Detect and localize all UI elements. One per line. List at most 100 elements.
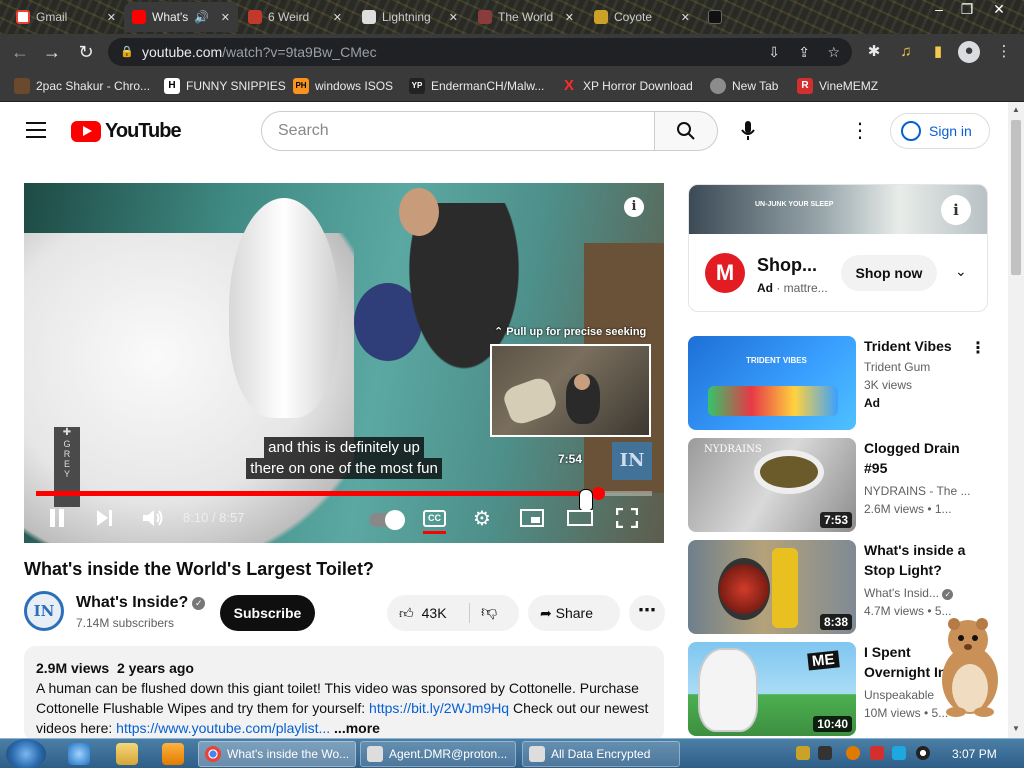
share-button[interactable]: ➦ Share	[528, 595, 620, 631]
theater-mode-button[interactable]	[567, 508, 593, 530]
settings-more-icon[interactable]: ⋮	[848, 114, 872, 148]
profile-avatar-icon[interactable]: ●	[958, 41, 980, 63]
tab-weird[interactable]: 6 Weird ✕	[240, 2, 350, 32]
channel-avatar[interactable]: IN	[24, 591, 64, 631]
autoplay-toggle[interactable]	[369, 510, 405, 530]
page-scrollbar[interactable]: ▲ ▼	[1008, 102, 1024, 738]
subtitles-button[interactable]: CC	[423, 510, 446, 527]
ad-title[interactable]: Shop...	[757, 255, 817, 276]
pause-button[interactable]	[48, 508, 66, 530]
recommendation-channel[interactable]: What's Insid... ✓	[864, 586, 974, 600]
subscribe-button[interactable]: Subscribe	[220, 595, 315, 631]
next-button[interactable]	[94, 508, 114, 530]
speaker-icon[interactable]: 🔊	[194, 10, 209, 24]
minimize-icon[interactable]: –	[924, 0, 954, 20]
tray-volume-icon[interactable]	[916, 746, 930, 760]
info-icon[interactable]: i	[624, 197, 644, 217]
more-options-icon[interactable]: ⋮	[970, 338, 986, 358]
ad-info-icon[interactable]: i	[941, 195, 971, 225]
media-player-icon[interactable]	[162, 743, 184, 765]
tray-app-icon[interactable]	[818, 746, 832, 760]
close-icon[interactable]: ✕	[449, 11, 458, 24]
description-link-1[interactable]: https://bit.ly/2WJm9Hq	[369, 700, 509, 716]
tray-flag-icon[interactable]	[870, 746, 884, 760]
ad-brand-logo[interactable]: M	[705, 253, 745, 293]
tab-the-world[interactable]: The World ✕	[470, 2, 582, 32]
settings-gear-icon[interactable]: ⚙	[473, 508, 491, 530]
more-actions-button[interactable]: ⋯	[629, 595, 665, 631]
tab-youtube-active[interactable]: What's inside the World's Largest Toilet…	[124, 2, 238, 32]
start-button[interactable]	[6, 739, 46, 768]
shop-now-button[interactable]: Shop now	[841, 255, 937, 291]
tab-coyote[interactable]: Coyote ✕	[586, 2, 698, 32]
video-player[interactable]: ✚ GREY i ⌃ Pull up for precise seeking 7:…	[24, 183, 664, 543]
video-thumbnail[interactable]: ME 10:40	[688, 642, 856, 736]
progress-bar[interactable]	[36, 487, 652, 500]
volume-button[interactable]	[141, 508, 165, 530]
sign-in-button[interactable]: Sign in	[890, 113, 990, 149]
tray-app-icon[interactable]	[796, 746, 810, 760]
video-thumbnail[interactable]: NYDRAINS 7:53	[688, 438, 856, 532]
browser-menu-icon[interactable]: ⋮	[994, 42, 1014, 62]
like-button[interactable]: 👍︎ 43K	[399, 595, 447, 631]
taskbar-item-email[interactable]: Agent.DMR@proton...	[360, 741, 516, 767]
miniplayer-button[interactable]	[520, 508, 544, 530]
reload-icon[interactable]: ↻	[74, 40, 98, 64]
sidebar-ad-card[interactable]: UN-JUNK YOUR SLEEP i M Shop... Ad · matt…	[688, 184, 988, 312]
recommendation-item[interactable]: TRIDENT VIBES Trident Vibes Trident Gum …	[688, 336, 988, 430]
close-icon[interactable]: ✕	[221, 11, 230, 24]
recommendation-item[interactable]: NYDRAINS 7:53 Clogged Drain #95 NYDRAINS…	[688, 438, 988, 532]
tray-network-icon[interactable]	[892, 746, 906, 760]
description-link-2[interactable]: https://www.youtube.com/playlist...	[116, 720, 330, 736]
recommendation-channel[interactable]: NYDRAINS - The ...	[864, 484, 974, 498]
recommendation-title[interactable]: Trident Vibes	[864, 336, 966, 356]
channel-name[interactable]: What's Inside? ✓	[76, 594, 206, 612]
voice-search-button[interactable]	[730, 113, 766, 149]
bookmark-star-icon[interactable]: ☆	[827, 38, 840, 66]
recommendation-title[interactable]: Clogged Drain #95	[864, 438, 966, 478]
dislike-button[interactable]: 👎︎	[481, 595, 497, 631]
recommendation-title[interactable]: What's inside a Stop Light?	[864, 540, 966, 580]
taskbar-item-chrome[interactable]: What's inside the Wo...	[198, 741, 356, 767]
taskbar-clock[interactable]: 3:07 PM	[952, 739, 997, 768]
chevron-down-icon[interactable]: ⌄	[955, 263, 967, 280]
taskbar-item-encrypted[interactable]: All Data Encrypted	[522, 741, 680, 767]
bookmark-new-tab[interactable]: New Tab	[710, 76, 778, 96]
scrollbar-thumb[interactable]	[1011, 120, 1021, 275]
back-icon[interactable]: ←	[8, 40, 32, 64]
internet-explorer-icon[interactable]	[68, 743, 90, 765]
bookmark-endermanch[interactable]: YP EndermanCH/Malw...	[409, 76, 544, 96]
tray-app-icon[interactable]	[846, 746, 860, 760]
search-button[interactable]	[654, 111, 718, 151]
hamburger-menu-icon[interactable]	[26, 122, 46, 138]
install-icon[interactable]: ⇩	[768, 38, 780, 66]
extensions-icon[interactable]: ✱	[864, 42, 884, 62]
tab-lightning[interactable]: Lightning ✕	[354, 2, 466, 32]
close-icon[interactable]: ✕	[333, 11, 342, 24]
hamster-desktop-pet[interactable]	[932, 614, 1004, 718]
forward-icon[interactable]: →	[40, 40, 64, 64]
video-thumbnail[interactable]: TRIDENT VIBES	[688, 336, 856, 430]
restore-icon[interactable]: ❐	[952, 0, 982, 20]
tab-media[interactable]	[700, 2, 730, 32]
scroll-down-icon[interactable]: ▼	[1012, 724, 1020, 733]
close-icon[interactable]: ✕	[565, 11, 574, 24]
bookmark-windows-isos[interactable]: PH windows ISOS	[293, 76, 393, 96]
address-bar[interactable]: 🔒 youtube.com/watch?v=9ta9Bw_CMec ⇩ ⇪ ☆	[108, 38, 852, 66]
description-box[interactable]: 2.9M views 2 years ago A human can be fl…	[24, 646, 664, 742]
side-panel-icon[interactable]: ▮	[928, 42, 948, 62]
share-page-icon[interactable]: ⇪	[798, 38, 810, 66]
bookmark-vinememz[interactable]: R VineMEMZ	[797, 76, 878, 96]
media-control-icon[interactable]: ♫	[896, 42, 916, 62]
video-thumbnail[interactable]: 8:38	[688, 540, 856, 634]
bookmark-funny-snippies[interactable]: H FUNNY SNIPPIES	[164, 76, 286, 96]
youtube-logo[interactable]: YouTube	[71, 120, 182, 143]
scroll-up-icon[interactable]: ▲	[1012, 105, 1020, 114]
close-window-icon[interactable]: ✕	[984, 0, 1014, 20]
file-explorer-icon[interactable]	[116, 743, 138, 765]
search-input[interactable]: Search	[261, 111, 655, 151]
channel-watermark[interactable]: IN	[612, 442, 652, 480]
recommendation-channel[interactable]: Trident Gum	[864, 360, 974, 374]
bookmark-xp-horror[interactable]: X XP Horror Download	[561, 76, 693, 96]
show-more-link[interactable]: ...more	[334, 720, 380, 736]
